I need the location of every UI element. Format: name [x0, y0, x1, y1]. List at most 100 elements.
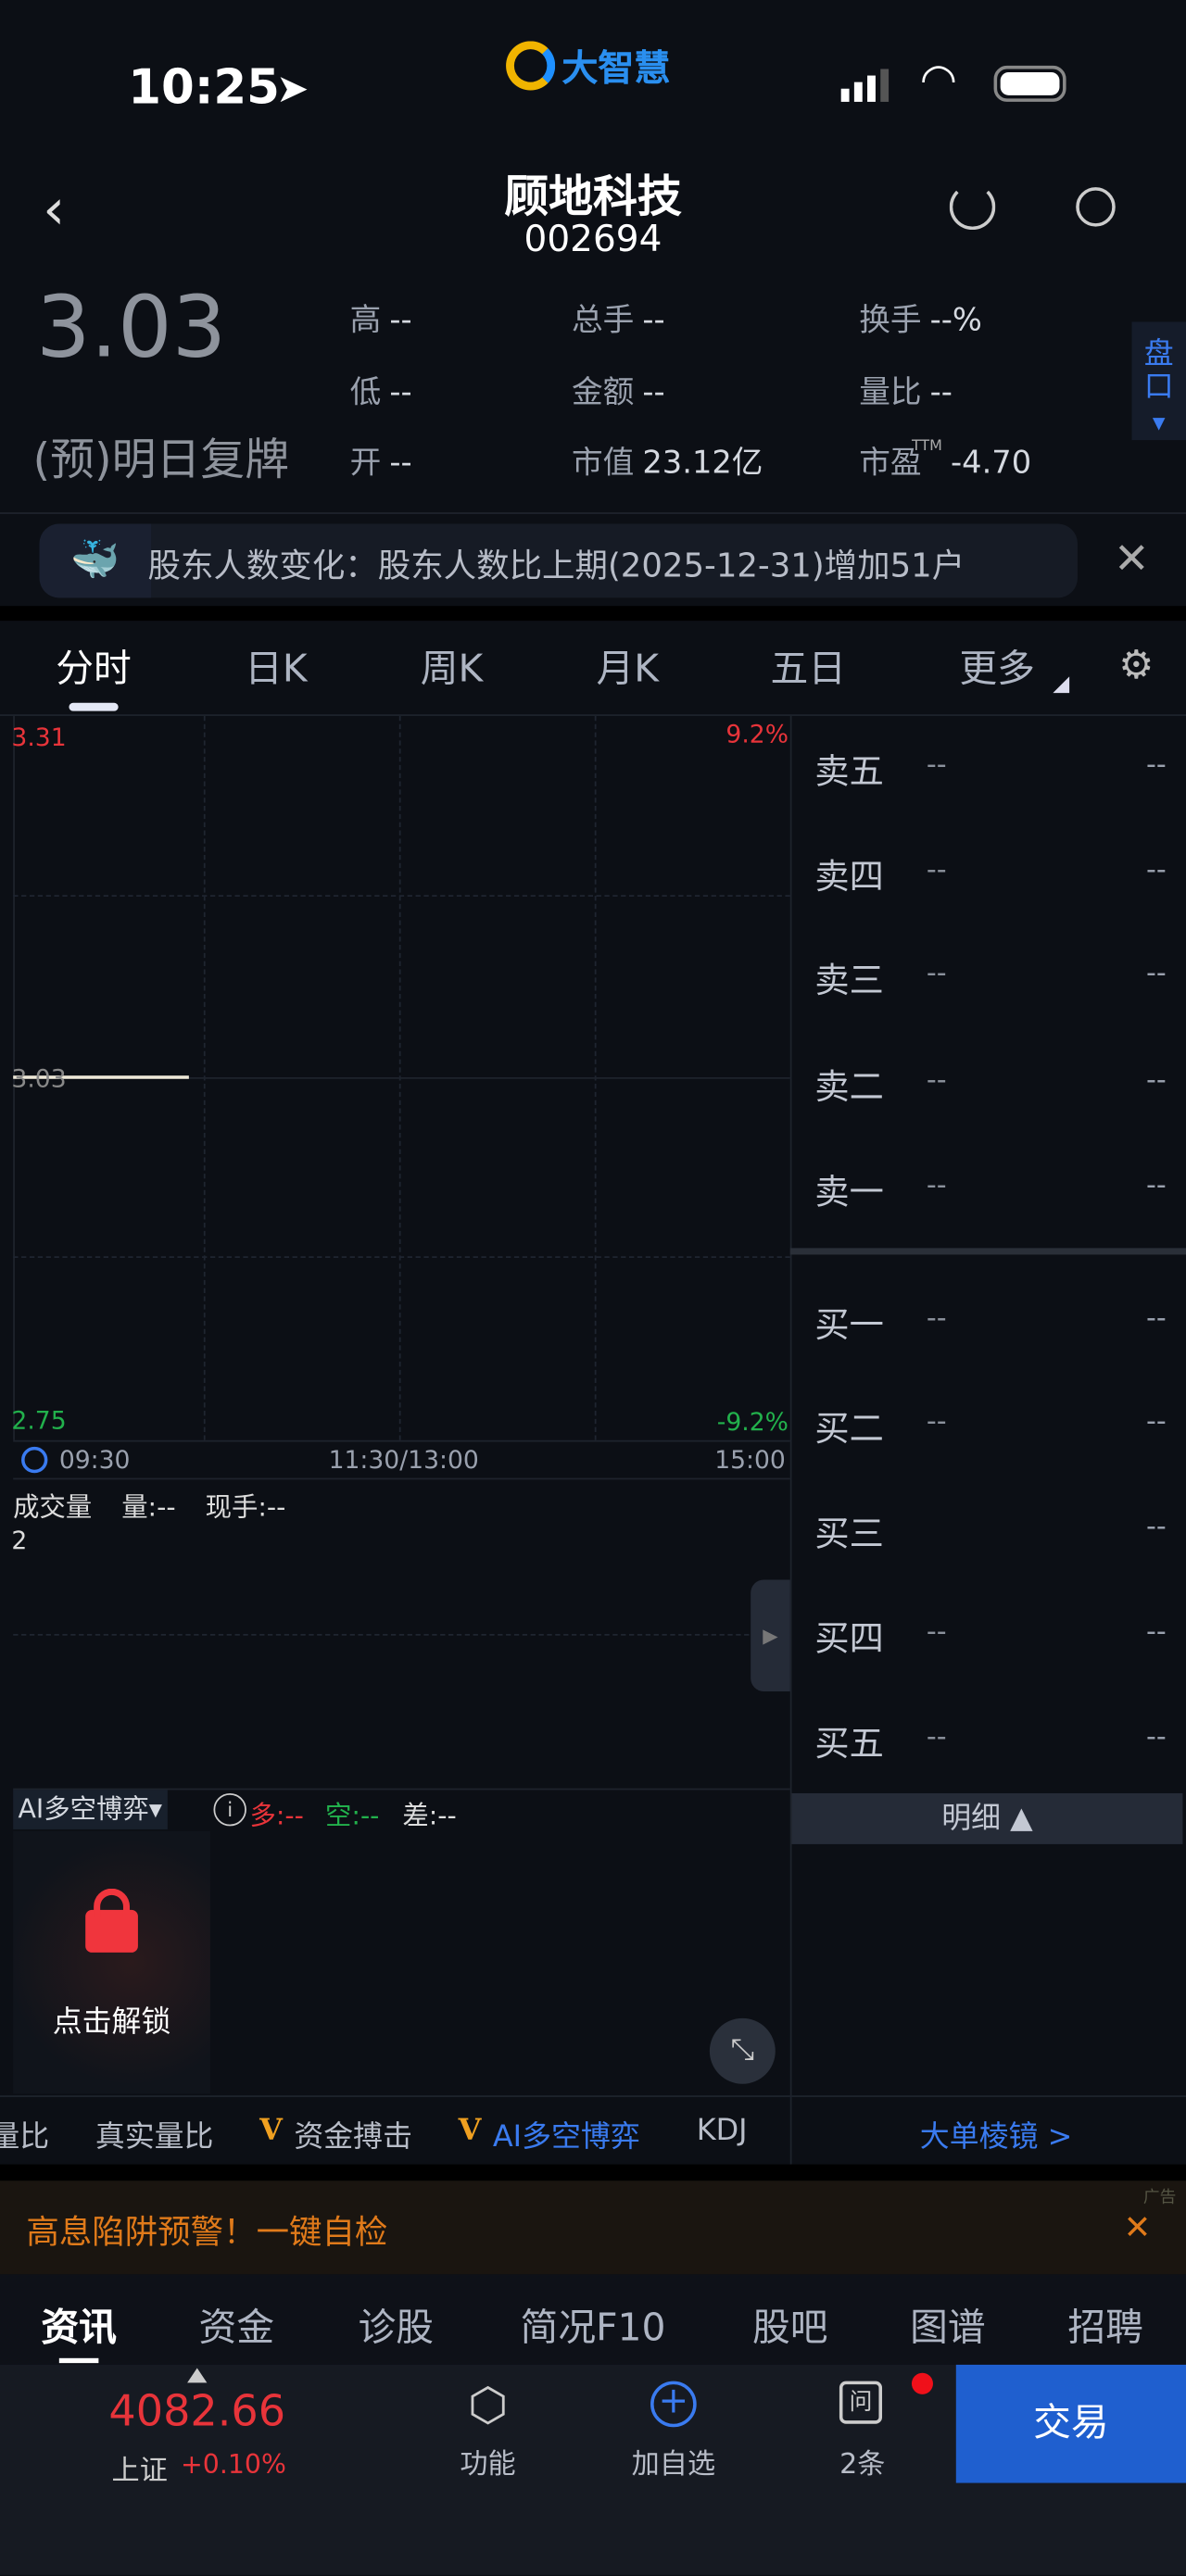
tab-fenshi[interactable]: 分时: [56, 637, 132, 693]
order-level: 卖一: [814, 1172, 884, 1213]
orderbook-row-buy: 买三 --: [814, 1507, 1166, 1556]
question-icon: 问: [839, 2381, 883, 2424]
index-change: +0.10%: [181, 2448, 286, 2481]
tab-five-day[interactable]: 五日: [770, 637, 846, 693]
order-level: 卖三: [814, 961, 884, 1000]
stat-0: 高 --: [350, 295, 412, 340]
indicator-ai-game[interactable]: AI多空博弈: [493, 2114, 640, 2156]
location-icon: ➤: [275, 65, 309, 112]
status-time: 10:25: [128, 58, 280, 116]
volume-qty: 量:--: [121, 1490, 176, 1523]
tab-news[interactable]: 资讯: [41, 2295, 117, 2351]
tab-graph[interactable]: 图谱: [910, 2295, 986, 2351]
stat-value: --: [389, 374, 412, 411]
settings-button[interactable]: ⚙: [1118, 642, 1154, 688]
tab-f10[interactable]: 简况F10: [521, 2295, 666, 2351]
time-circle-icon[interactable]: [21, 1446, 48, 1474]
stat-label: 低: [349, 374, 382, 411]
fullscreen-button[interactable]: ⤡: [709, 2017, 776, 2084]
big-order-prism-link[interactable]: 大单棱镜 >: [920, 2114, 1073, 2156]
trade-button[interactable]: 交易: [955, 2364, 1186, 2483]
tab-forum[interactable]: 股吧: [752, 2295, 828, 2351]
order-price: --: [926, 957, 947, 991]
order-qty: --: [1145, 1405, 1167, 1439]
stat-3: 低 --: [350, 368, 412, 412]
ad-close-button[interactable]: ✕: [1124, 2207, 1152, 2247]
order-level: 卖二: [814, 1067, 884, 1107]
ad-text[interactable]: 高息陷阱预警！一键自检: [26, 2205, 387, 2253]
tab-more[interactable]: 更多: [959, 637, 1035, 693]
stock-code: 002694: [524, 220, 662, 261]
axis-top-pct: 9.2%: [725, 719, 789, 749]
time-end: 15:00: [714, 1445, 786, 1476]
order-level: 买一: [814, 1305, 884, 1345]
battery-icon: [993, 65, 1066, 102]
orderbook-row-buy: 买四 -- --: [814, 1613, 1166, 1662]
ai-long: 多:--: [249, 1800, 304, 1831]
time-start: 09:30: [58, 1445, 131, 1476]
current-price: 3.03: [36, 279, 227, 378]
indicator-kdj[interactable]: KDJ: [697, 2114, 748, 2148]
stat-label: 金额: [571, 374, 635, 411]
tab-month-k[interactable]: 月K: [596, 637, 659, 693]
search-button[interactable]: [1076, 187, 1116, 227]
stat-label: 总手: [571, 302, 635, 339]
orderbook-row-buy: 买一 -- --: [814, 1299, 1166, 1348]
stat-sup: TTM: [911, 438, 942, 456]
stat-label: 市值: [571, 445, 635, 482]
stat-label: 换手: [859, 302, 922, 339]
unlock-button[interactable]: 点击解锁: [13, 1830, 210, 2094]
order-level: 买三: [814, 1514, 884, 1554]
back-button[interactable]: ‹: [43, 177, 65, 243]
ai-indicator-select[interactable]: AI多空博弈▾: [13, 1790, 168, 1829]
add-watchlist-button[interactable]: 加自选: [591, 2440, 755, 2481]
stat-value: --: [389, 302, 412, 339]
indicator-volume-ratio[interactable]: 量比: [0, 2114, 49, 2156]
axis-top-price: 3.31: [11, 723, 67, 752]
notice-close-button[interactable]: ✕: [1114, 535, 1150, 584]
pankou-label: 盘口: [1143, 336, 1174, 405]
stat-7: 市值 23.12亿: [572, 438, 763, 483]
stat-value: --%: [929, 302, 982, 339]
stat-value: --: [642, 374, 665, 411]
orderbook-row-sell: 卖五 -- --: [814, 746, 1166, 795]
signal-icon: [840, 69, 890, 102]
brand-name: 大智慧: [561, 49, 671, 91]
tab-diagnosis[interactable]: 诊股: [358, 2295, 434, 2351]
axis-mid-price: 3.03: [11, 1063, 67, 1094]
indicator-fund-fight[interactable]: 资金搏击: [294, 2114, 412, 2156]
stat-4: 金额 --: [572, 368, 665, 412]
tab-jobs[interactable]: 招聘: [1067, 2295, 1143, 2351]
order-qty: --: [1145, 1615, 1167, 1649]
stat-value: --: [389, 445, 412, 482]
ad-tag: 广告: [1142, 2189, 1177, 2207]
order-qty: --: [1145, 748, 1167, 782]
tab-day-k[interactable]: 日K: [245, 637, 308, 693]
indicator-real-volume-ratio[interactable]: 真实量比: [95, 2114, 214, 2156]
pankou-toggle[interactable]: 盘口 ▼: [1131, 321, 1186, 441]
notification-dot: [911, 2372, 933, 2394]
function-button[interactable]: 功能: [406, 2440, 570, 2481]
ai-short: 空:--: [325, 1800, 380, 1831]
stat-value: --: [642, 302, 665, 339]
stat-5: 量比 --: [859, 368, 953, 412]
tab-week-k[interactable]: 周K: [421, 637, 484, 693]
notice-banner[interactable]: 🐳 股东人数变化：股东人数比上期(2025-12-31)增加51户: [39, 523, 1078, 598]
active-tab-indicator: [69, 702, 119, 711]
stat-2: 换手 --%: [859, 295, 982, 340]
logo-icon: [506, 41, 556, 91]
refresh-button[interactable]: [949, 183, 996, 231]
volume-now: 现手:--: [205, 1490, 286, 1523]
order-qty: --: [1145, 1301, 1167, 1336]
order-price: --: [926, 1615, 947, 1649]
detail-toggle[interactable]: 明细 ▲: [791, 1792, 1183, 1844]
order-price: --: [926, 853, 947, 887]
questions-button[interactable]: 2条: [780, 2440, 944, 2481]
tab-funds[interactable]: 资金: [199, 2295, 275, 2351]
index-quote[interactable]: 4082.66 上证 +0.10%: [0, 2365, 394, 2488]
collapse-handle[interactable]: ▶: [751, 1579, 790, 1692]
order-price: --: [926, 748, 947, 782]
info-icon[interactable]: i: [213, 1792, 246, 1827]
trading-state: (预)明日复牌: [32, 434, 290, 486]
stat-value: 23.12亿: [642, 445, 763, 482]
